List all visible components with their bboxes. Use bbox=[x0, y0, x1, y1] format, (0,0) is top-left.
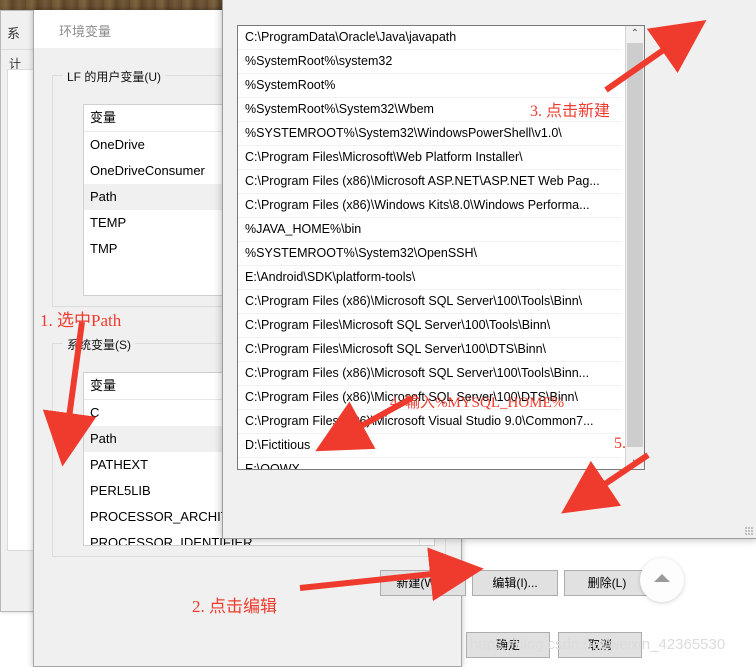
annotation-step-1: 1. 选中Path bbox=[40, 311, 122, 330]
list-item[interactable]: C:\ProgramData\Oracle\Java\javapath bbox=[238, 26, 622, 50]
list-item[interactable]: %SystemRoot%\system32 bbox=[238, 50, 622, 74]
annotation-step-2: 2. 点击编辑 bbox=[192, 597, 277, 616]
scrollbar-thumb[interactable] bbox=[627, 43, 643, 447]
list-item[interactable]: %JAVA_HOME%\bin bbox=[238, 218, 622, 242]
list-item[interactable]: C:\Program Files (x86)\Microsoft ASP.NET… bbox=[238, 170, 622, 194]
list-item[interactable]: %SYSTEMROOT%\System32\OpenSSH\ bbox=[238, 242, 622, 266]
list-item[interactable]: E:\Android\SDK\platform-tools\ bbox=[238, 266, 622, 290]
annotation-step-3: 3. 点击新建 bbox=[530, 103, 611, 120]
list-item[interactable]: C:\Program Files\Microsoft SQL Server\10… bbox=[238, 338, 622, 362]
list-item[interactable]: %SystemRoot% bbox=[238, 74, 622, 98]
watermark-text: https://blog.csdn.net/weixin_42365530 bbox=[470, 636, 726, 653]
list-item[interactable]: D:\Fictitious bbox=[238, 434, 622, 458]
scroll-up-arrow-icon[interactable]: ⌃ bbox=[626, 26, 644, 43]
list-item[interactable]: C:\Program Files\Microsoft\Web Platform … bbox=[238, 146, 622, 170]
scroll-down-arrow-icon[interactable]: ⌄ bbox=[626, 452, 644, 469]
list-item[interactable]: C:\Program Files (x86)\Microsoft SQL Ser… bbox=[238, 362, 622, 386]
system-properties-title: 系 bbox=[7, 26, 21, 41]
path-list-scrollbar[interactable]: ⌃ ⌄ bbox=[625, 26, 644, 469]
edit-environment-variable-dialog: C:\ProgramData\Oracle\Java\javapath %Sys… bbox=[222, 0, 756, 539]
system-new-button[interactable]: 新建(W)... bbox=[380, 570, 466, 596]
list-item[interactable]: C:\Program Files (x86)\Microsoft SQL Ser… bbox=[238, 290, 622, 314]
resize-grip-icon[interactable] bbox=[745, 527, 753, 535]
list-item[interactable]: C:\Program Files (x86)\Microsoft Visual … bbox=[238, 410, 622, 434]
list-item[interactable]: C:\Program Files\Microsoft SQL Server\10… bbox=[238, 314, 622, 338]
system-variables-label: 系统变量(S) bbox=[63, 336, 135, 353]
user-variables-label: LF 的用户变量(U) bbox=[63, 68, 165, 85]
annotation-step-4: 4. 输入%MYSQL_HOME% bbox=[390, 395, 565, 411]
system-delete-button[interactable]: 删除(L) bbox=[564, 570, 650, 596]
list-item[interactable]: C:\Program Files (x86)\Windows Kits\8.0\… bbox=[238, 194, 622, 218]
env-dialog-title: 环境变量 bbox=[59, 24, 112, 39]
scroll-to-top-button[interactable] bbox=[640, 558, 684, 602]
chevron-up-icon bbox=[654, 574, 670, 582]
list-item[interactable]: E:\QQWX bbox=[238, 458, 622, 469]
system-edit-button[interactable]: 编辑(I)... bbox=[472, 570, 558, 596]
list-item[interactable]: %SYSTEMROOT%\System32\WindowsPowerShell\… bbox=[238, 122, 622, 146]
annotation-step-5: 5. bbox=[614, 435, 626, 452]
